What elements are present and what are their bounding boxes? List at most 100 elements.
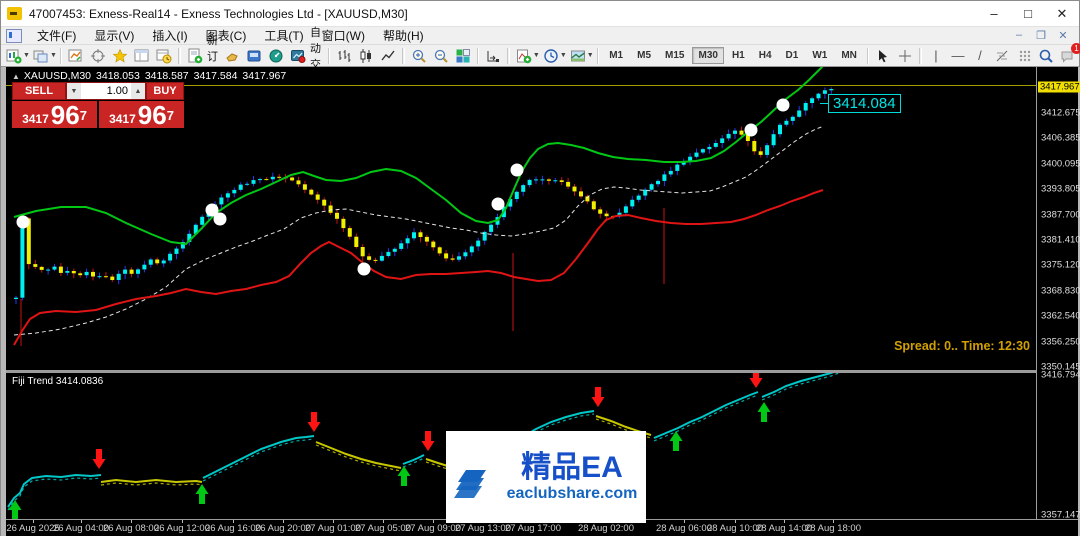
time-axis-label: 26 Aug 04:00	[53, 523, 109, 534]
price-callout: 3414.084	[828, 94, 901, 113]
sell-price[interactable]: 3417 96 7	[12, 101, 97, 128]
horizontal-line-icon[interactable]: —	[948, 46, 968, 66]
autotrading-icon[interactable]	[288, 46, 308, 66]
menu-bar: 文件(F) 显示(V) 插入(I) 图表(C) 工具(T) 窗口(W) 帮助(H) – ❐ …	[1, 27, 1079, 45]
profiles-caret-icon[interactable]: ▼	[50, 52, 57, 59]
volume-up-button[interactable]: ▲	[131, 83, 145, 99]
auto-scroll-icon[interactable]	[483, 46, 503, 66]
zoom-in-icon[interactable]	[409, 46, 429, 66]
mt4-window: 47007453: Exness-Real14 - Exness Technol…	[0, 0, 1080, 536]
indicators-icon[interactable]	[514, 46, 534, 66]
timeframe-mn[interactable]: MN	[835, 47, 863, 64]
crosshair-target-icon[interactable]	[88, 46, 108, 66]
buy-price[interactable]: 3417 96 7	[99, 101, 184, 128]
timeframe-m15[interactable]: M15	[659, 47, 690, 64]
time-axis-tick	[81, 520, 82, 523]
menu-item[interactable]: 工具(T)	[255, 27, 312, 44]
timeframe-h4[interactable]: H4	[753, 47, 778, 64]
bar-chart-type-icon[interactable]	[334, 46, 354, 66]
mdi-restore-button[interactable]: ❐	[1033, 29, 1049, 42]
price-scale[interactable]: 3412.675 3406.385 3400.095 3393.805 3387.700…	[1036, 67, 1080, 521]
time-axis-tick	[33, 520, 34, 523]
sell-button[interactable]: SELL	[12, 82, 66, 100]
trendline-icon[interactable]: /	[970, 46, 990, 66]
time-axis-tick	[784, 520, 785, 523]
trade-levels-icon[interactable]	[222, 46, 242, 66]
new-chart-caret-icon[interactable]: ▼	[23, 52, 30, 59]
timeframe-m30[interactable]: M30	[692, 47, 724, 64]
buy-button[interactable]: BUY	[146, 82, 184, 100]
close-button[interactable]: ✕	[1045, 1, 1079, 26]
timeframe-m5[interactable]: M5	[631, 47, 657, 64]
menu-item[interactable]: 文件(F)	[28, 27, 85, 44]
time-axis-tick	[182, 520, 183, 523]
menu-item[interactable]: 窗口(W)	[313, 27, 374, 44]
indicator-name-label: Fiji Trend 3414.0836	[12, 376, 104, 387]
sell-price-sup: 7	[79, 108, 87, 123]
price-scale-label: 3406.385	[1041, 132, 1080, 144]
time-axis-tick	[283, 520, 284, 523]
current-price-tag: 3417.967	[1038, 81, 1080, 93]
templates-caret-icon[interactable]: ▼	[587, 52, 594, 59]
strategy-tester-icon[interactable]	[266, 46, 286, 66]
low-value: 3417.584	[193, 70, 238, 82]
fibonacci-icon[interactable]	[992, 46, 1012, 66]
timeframe-m1[interactable]: M1	[603, 47, 629, 64]
market-watch-icon[interactable]	[66, 46, 86, 66]
callout-tick	[820, 103, 828, 104]
new-chart-icon[interactable]	[4, 46, 24, 66]
line-chart-type-icon[interactable]	[378, 46, 398, 66]
new-order-icon[interactable]	[185, 46, 205, 66]
history-center-icon[interactable]	[154, 46, 174, 66]
time-axis-label: 28 Aug 14:00	[756, 523, 812, 534]
time-axis-tick	[333, 520, 334, 523]
open-value: 3418.053	[96, 70, 140, 82]
timeframe-h1[interactable]: H1	[726, 47, 751, 64]
templates-icon[interactable]	[568, 46, 588, 66]
price-scale-label: 3375.120	[1041, 259, 1080, 271]
window-title: 47007453: Exness-Real14 - Exness Technol…	[29, 6, 408, 21]
mdi-minimize-button[interactable]: –	[1011, 29, 1027, 42]
menu-item[interactable]: 帮助(H)	[374, 27, 433, 44]
time-axis-label: 27 Aug 17:00	[505, 523, 561, 534]
time-axis-tick	[383, 520, 384, 523]
favorites-star-icon[interactable]	[110, 46, 130, 66]
data-window-icon[interactable]	[132, 46, 152, 66]
profiles-icon[interactable]	[31, 46, 51, 66]
menu-item[interactable]: 显示(V)	[85, 27, 143, 44]
search-icon[interactable]	[1036, 46, 1056, 66]
terminal-icon[interactable]	[244, 46, 264, 66]
timeframe-w1[interactable]: W1	[806, 47, 833, 64]
indicators-caret-icon[interactable]: ▼	[533, 52, 540, 59]
menu-item[interactable]: 图表(C)	[197, 27, 256, 44]
buy-price-big: 96	[137, 100, 167, 130]
price-scale-label: 3356.250	[1041, 336, 1080, 348]
buy-price-small: 3417	[109, 112, 136, 126]
menu-item[interactable]: 插入(I)	[143, 27, 196, 44]
mdi-close-button[interactable]: ✕	[1055, 29, 1071, 42]
sell-price-big: 96	[50, 100, 80, 130]
timeframe-d1[interactable]: D1	[780, 47, 805, 64]
tile-windows-icon[interactable]	[453, 46, 473, 66]
periods-caret-icon[interactable]: ▼	[560, 52, 567, 59]
volume-input[interactable]: 1.00	[81, 83, 131, 99]
maximize-button[interactable]: □	[1011, 1, 1045, 26]
cursor-icon[interactable]	[873, 46, 893, 66]
main-chart-pane[interactable]: ▲ XAUUSD,M30 3418.053 3418.587 3417.584 3417.…	[6, 67, 1036, 371]
periods-clock-icon[interactable]	[541, 46, 561, 66]
minimize-button[interactable]: –	[977, 1, 1011, 26]
price-scale-label: 3387.700	[1041, 209, 1080, 221]
crosshair-icon[interactable]	[895, 46, 915, 66]
time-axis-label: 26 Aug 2025	[6, 523, 60, 534]
vertical-line-icon[interactable]: |	[926, 46, 946, 66]
watermark-title: 精品EA	[521, 451, 623, 484]
toolbar: ▼ ▼ 新订单 自动交易 ▼ ▼ ▼ M1M5M15M30H1H4D1W1MN	[1, 27, 1080, 87]
spread-time-label: Spread: 0.. Time: 12:30	[894, 339, 1030, 353]
notifications-icon[interactable]: 1	[1058, 42, 1080, 66]
volume-down-button[interactable]: ▼	[67, 83, 81, 99]
collapse-arrow-icon[interactable]: ▲	[12, 72, 20, 81]
shapes-grid-icon[interactable]	[1014, 46, 1034, 66]
time-axis-tick	[684, 520, 685, 523]
zoom-out-icon[interactable]	[431, 46, 451, 66]
candlestick-type-icon[interactable]	[356, 46, 376, 66]
